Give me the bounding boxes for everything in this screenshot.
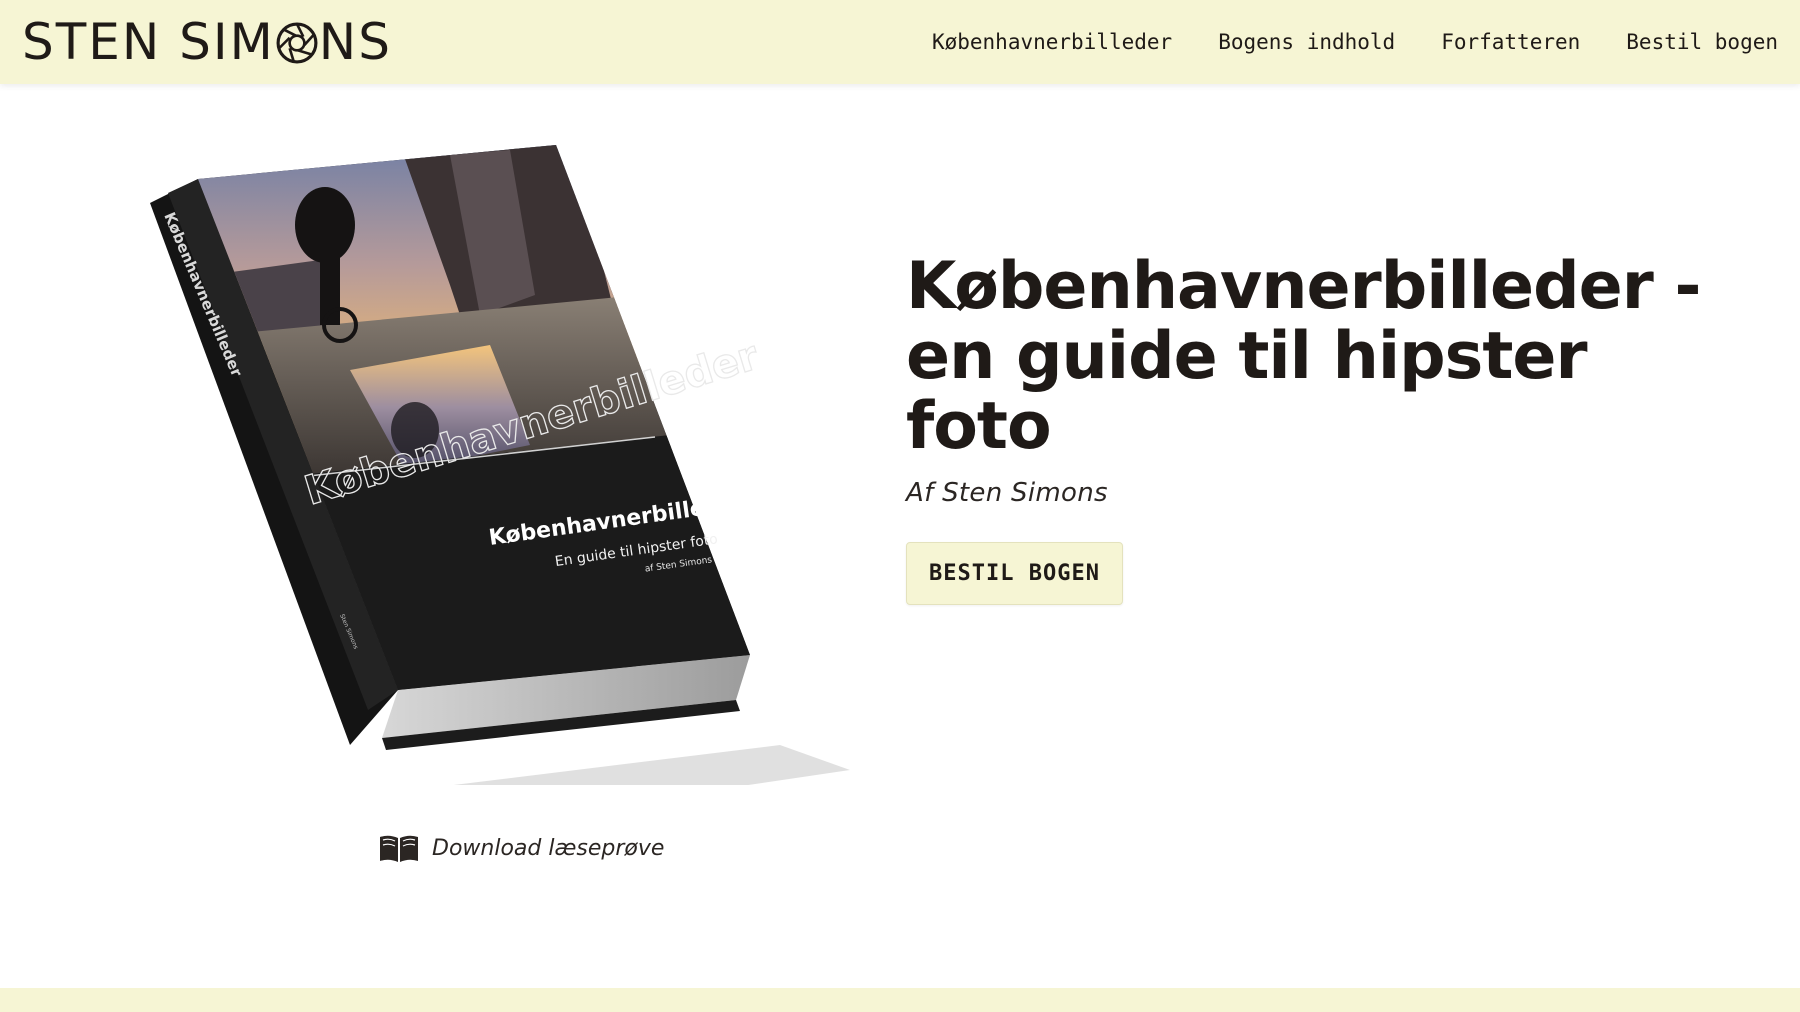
site-header: STEN SIM NS Københavnerbilleder Bogens i… (0, 0, 1800, 84)
logo-text-left: STEN SIM (22, 13, 275, 71)
book-cover-image: Københavnerbilleder Københavnerbilleder … (150, 145, 850, 835)
download-sample-link[interactable]: Download læseprøve (378, 832, 664, 864)
order-book-button[interactable]: BESTIL BOGEN (906, 542, 1123, 605)
logo-text-right: NS (318, 13, 392, 71)
nav-item-bogens-indhold[interactable]: Bogens indhold (1218, 30, 1395, 54)
site-logo[interactable]: STEN SIM NS (22, 17, 392, 67)
download-sample-label: Download læseprøve (432, 835, 665, 861)
main-nav: Københavnerbilleder Bogens indhold Forfa… (932, 30, 1778, 54)
nav-item-bestil-bogen[interactable]: Bestil bogen (1626, 30, 1778, 54)
author-line: Af Sten Simons (906, 478, 1108, 508)
hero-section: Københavnerbilleder - en guide til hipst… (906, 252, 1706, 605)
page-title: Københavnerbilleder - en guide til hipst… (906, 249, 1701, 464)
aperture-icon (276, 22, 318, 64)
open-book-icon (380, 835, 418, 862)
book-mockup: Københavnerbilleder Københavnerbilleder … (150, 145, 850, 835)
footer-strip (0, 988, 1800, 1012)
nav-item-forfatteren[interactable]: Forfatteren (1441, 30, 1580, 54)
nav-item-kobenhavnerbilleder[interactable]: Københavnerbilleder (932, 30, 1172, 54)
